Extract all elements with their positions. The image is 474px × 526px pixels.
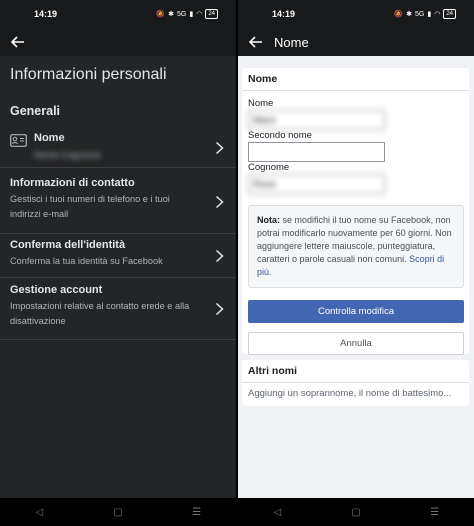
cancel-button[interactable]: Annulla [248,332,464,355]
mute-icon: 🔕 [156,11,166,18]
bluetooth-icon: ✱ [406,11,412,18]
network-type: 5G [415,10,425,18]
edit-name-screen: 14:19 🔕 ✱ 5G ▮ ◠ 24 Nome Nome Nome Secon… [238,0,474,526]
other-names-card: Altri nomi Aggiungi un soprannome, il no… [242,360,469,406]
bluetooth-icon: ✱ [168,11,174,18]
row-account-subtitle: Impostazioni relative al contatto erede … [10,301,190,326]
chevron-right-icon [215,302,224,316]
status-bar: 14:19 🔕 ✱ 5G ▮ ◠ 24 [238,0,474,28]
other-names-title: Altri nomi [242,360,469,383]
battery-icon: 24 [205,9,218,19]
nav-menu-button[interactable]: ☰ [188,507,206,518]
page-title: Informazioni personali [10,66,167,83]
appbar-title: Nome [274,34,309,50]
app-bar [0,28,236,56]
app-bar: Nome [238,28,474,56]
review-change-button[interactable]: Controlla modifica [248,300,464,323]
row-identity-title: Conferma dell'identità [10,239,126,251]
wifi-icon: ◠ [196,11,203,18]
system-nav-bar: ◁ ▢ ☰ [0,498,236,526]
last-name-input[interactable] [248,174,385,194]
signal-icon: ▮ [427,11,432,18]
nav-back-button[interactable]: ◁ [30,507,48,518]
middle-name-input[interactable] [248,142,385,162]
row-contact-subtitle: Gestisci i tuoi numeri di telefono e i t… [10,194,170,219]
note-lead: Nota: [257,215,280,225]
arrow-left-icon [249,36,262,48]
first-name-label: Nome [248,98,274,109]
status-time: 14:19 [272,9,296,19]
back-button[interactable] [246,32,266,52]
id-card-icon [10,134,27,147]
system-nav-bar: ◁ ▢ ☰ [238,498,474,526]
card-title: Nome [242,68,469,91]
mute-icon: 🔕 [394,11,404,18]
network-type: 5G [177,10,187,18]
arrow-left-icon [11,36,24,48]
name-card: Nome Nome Secondo nome Cognome Nota: se … [242,68,469,355]
chevron-right-icon [215,249,224,263]
row-contact-info[interactable]: Informazioni di contatto Gestisci i tuoi… [0,168,236,234]
section-title-generali: Generali [10,104,61,118]
status-icons: 🔕 ✱ 5G ▮ ◠ 24 [156,9,218,19]
row-account-title: Gestione account [10,284,103,296]
row-contact-title: Informazioni di contatto [10,177,135,189]
middle-name-label: Secondo nome [248,130,312,141]
wifi-icon: ◠ [434,11,441,18]
chevron-right-icon [215,141,224,155]
row-nome-title: Nome [34,132,65,144]
nav-home-button[interactable]: ▢ [347,507,365,518]
personal-info-screen: 14:19 🔕 ✱ 5G ▮ ◠ 24 Informazioni persona… [0,0,236,526]
nav-back-button[interactable]: ◁ [268,507,286,518]
nav-menu-button[interactable]: ☰ [426,507,444,518]
row-identity[interactable]: Conferma dell'identità Conferma la tua i… [0,234,236,278]
status-time: 14:19 [34,9,58,19]
row-identity-subtitle: Conferma la tua identità su Facebook [10,256,163,266]
add-other-name-link[interactable]: Aggiungi un soprannome, il nome di batte… [242,383,469,406]
status-icons: 🔕 ✱ 5G ▮ ◠ 24 [394,9,456,19]
status-bar: 14:19 🔕 ✱ 5G ▮ ◠ 24 [0,0,236,28]
row-account-management[interactable]: Gestione account Impostazioni relative a… [0,278,236,340]
back-button[interactable] [8,32,28,52]
last-name-label: Cognome [248,162,290,173]
chevron-right-icon [215,195,224,209]
row-nome[interactable]: Nome Nome Cognome [0,124,236,168]
nav-home-button[interactable]: ▢ [109,507,127,518]
first-name-input[interactable] [248,110,385,130]
name-change-note: Nota: se modifichi il tuo nome su Facebo… [248,205,464,288]
signal-icon: ▮ [189,11,194,18]
row-nome-value: Nome Cognome [34,150,101,160]
battery-icon: 24 [443,9,456,19]
